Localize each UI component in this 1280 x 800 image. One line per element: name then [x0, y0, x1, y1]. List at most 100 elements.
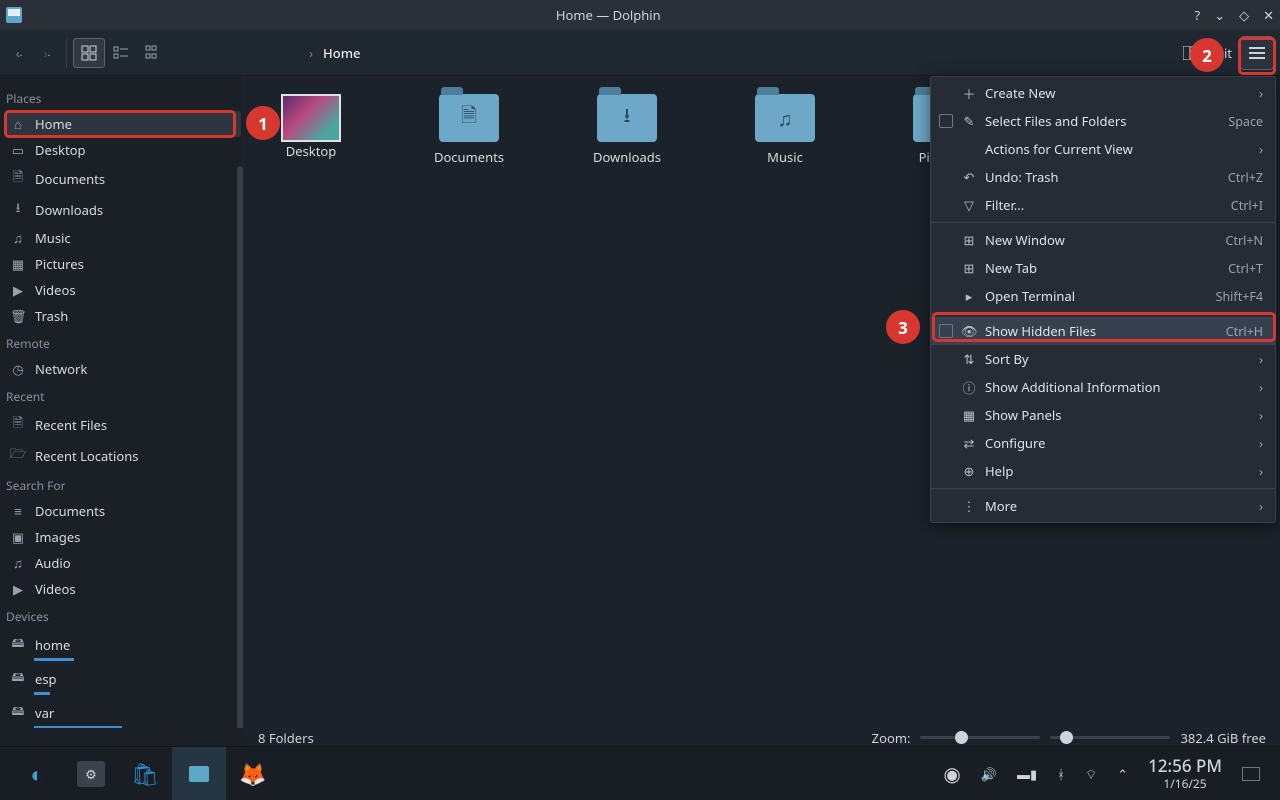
menu-item-configure[interactable]: ⇄Configure›: [931, 429, 1275, 457]
folder-label: Music: [767, 148, 803, 166]
menu-item-more[interactable]: ⋮More›: [931, 492, 1275, 520]
maximize-icon[interactable]: ◇: [1239, 6, 1249, 24]
steam-tray-icon[interactable]: ◉: [943, 760, 960, 787]
breadcrumb[interactable]: › Home: [309, 44, 360, 62]
menu-item-undo-trash[interactable]: ↶Undo: TrashCtrl+Z: [931, 163, 1275, 191]
sidebar-item-label: Network: [35, 360, 87, 378]
menu-item-select-files-and-folders[interactable]: ✎Select Files and FoldersSpace: [931, 107, 1275, 135]
sidebar-item-documents[interactable]: 🗎Documents: [4, 163, 241, 194]
sidebar-item-icon: ▦: [10, 255, 26, 273]
callout-box-3: [932, 312, 1276, 342]
chevron-right-icon: ›: [1259, 350, 1263, 368]
sidebar-item-desktop[interactable]: ▭Desktop: [4, 137, 241, 163]
callout-2: 2: [1190, 38, 1224, 72]
menu-item-create-new[interactable]: ＋Create New›: [931, 79, 1275, 107]
sidebar-item-label: Recent Files: [35, 416, 107, 434]
sidebar-item-downloads[interactable]: ⭳Downloads: [4, 194, 241, 225]
menu-label: Select Files and Folders: [985, 112, 1220, 130]
dolphin-app-icon[interactable]: [172, 747, 226, 800]
chevron-right-icon: ›: [309, 44, 313, 62]
sidebar-item-label: Images: [35, 528, 80, 546]
menu-item-show-additional-information[interactable]: ⓘShow Additional Information›: [931, 373, 1275, 401]
bluetooth-tray-icon[interactable]: ᚼ: [1057, 765, 1065, 783]
status-bar: 8 Folders Zoom: 382.4 GiB free: [244, 728, 1280, 746]
menu-item-new-window[interactable]: ⊞New WindowCtrl+N: [931, 226, 1275, 254]
menu-item-actions-for-current-view[interactable]: Actions for Current View ›: [931, 135, 1275, 163]
folder-music[interactable]: ♫Music: [746, 94, 824, 166]
sidebar-item-documents[interactable]: ≡Documents: [4, 498, 241, 524]
sidebar-item-videos[interactable]: ▶Videos: [4, 277, 241, 303]
wifi-tray-icon[interactable]: ⌔: [1085, 765, 1097, 783]
menu-label: Help: [985, 462, 1251, 480]
sidebar-item-icon: ♫: [10, 554, 26, 572]
forward-button[interactable]: ›.: [34, 40, 60, 66]
desktop-thumbnail-icon: [281, 94, 341, 142]
menu-icon: ▸: [961, 287, 977, 305]
sidebar-item-label: Desktop: [35, 141, 86, 159]
menu-label: Open Terminal: [985, 287, 1208, 305]
zoom-label: Zoom:: [872, 729, 911, 747]
menu-icon: ＋: [961, 84, 977, 103]
menu-item-help[interactable]: ⊕Help›: [931, 457, 1275, 485]
sidebar-head-devices: Devices: [4, 602, 241, 629]
folder-downloads[interactable]: ⭳Downloads: [588, 94, 666, 166]
store-app-icon[interactable]: 🛍: [118, 747, 172, 800]
sidebar-item-trash[interactable]: 🗑Trash: [4, 303, 241, 329]
show-desktop-button[interactable]: [1242, 767, 1260, 781]
sidebar-item-network[interactable]: ◷ Network: [4, 356, 241, 382]
sidebar-head-places: Places: [4, 84, 241, 111]
sidebar-item-label: Music: [35, 229, 71, 247]
menu-icon: ⊞: [961, 259, 977, 277]
sidebar-item-audio[interactable]: ♫Audio: [4, 550, 241, 576]
sidebar-head-search: Search For: [4, 471, 241, 498]
folder-documents[interactable]: 🗎Documents: [430, 94, 508, 166]
minimize-icon[interactable]: ⌄: [1214, 6, 1225, 24]
sidebar-item-icon: ◷: [10, 360, 26, 378]
battery-tray-icon[interactable]: ▬▮: [1017, 765, 1037, 783]
back-button[interactable]: ‹.: [6, 40, 32, 66]
start-button[interactable]: ◐: [10, 747, 64, 800]
chevron-right-icon: ›: [1259, 140, 1263, 158]
icon-view-button[interactable]: [73, 38, 105, 68]
sidebar-item-var[interactable]: 🖴var: [4, 697, 241, 728]
compact-view-button[interactable]: [105, 38, 137, 68]
firefox-app-icon[interactable]: 🦊: [226, 747, 280, 800]
sidebar-item-icon: 🗑: [10, 307, 26, 325]
chevron-up-icon[interactable]: ⌃: [1117, 765, 1128, 783]
menu-item-new-tab[interactable]: ⊞New TabCtrl+T: [931, 254, 1275, 282]
close-icon[interactable]: ✕: [1263, 6, 1274, 24]
clock[interactable]: 12:56 PM 1/16/25: [1148, 756, 1222, 791]
sidebar-item-home[interactable]: 🖴home: [4, 629, 241, 660]
help-icon[interactable]: ?: [1195, 6, 1201, 24]
zoom-slider[interactable]: [920, 736, 1040, 739]
sidebar-item-videos[interactable]: ▶Videos: [4, 576, 241, 602]
sidebar-item-recent-locations[interactable]: 🗁Recent Locations: [4, 440, 241, 471]
sidebar-item-images[interactable]: ▣ Images: [4, 524, 241, 550]
sidebar-item-esp[interactable]: 🖴 esp: [4, 663, 241, 694]
menu-label: Actions for Current View: [985, 140, 1251, 158]
volume-tray-icon[interactable]: 🔊: [981, 765, 997, 783]
status-folder-count: 8 Folders: [258, 729, 314, 747]
zoom-slider-2[interactable]: [1050, 736, 1170, 739]
settings-app-icon[interactable]: ⚙: [64, 747, 118, 800]
sidebar-item-recent-files[interactable]: 🗎Recent Files: [4, 409, 241, 440]
menu-item-filter-[interactable]: ▽Filter...Ctrl+I: [931, 191, 1275, 219]
toolbar: ‹. ›. › Home Split: [0, 30, 1280, 76]
menu-icon: ⇄: [961, 434, 977, 452]
menu-item-sort-by[interactable]: ⇅Sort By›: [931, 345, 1275, 373]
menu-item-open-terminal[interactable]: ▸Open TerminalShift+F4: [931, 282, 1275, 310]
menu-item-show-panels[interactable]: ▦Show Panels›: [931, 401, 1275, 429]
menu-label: Undo: Trash: [985, 168, 1220, 186]
sidebar-item-icon: ▣: [10, 528, 26, 546]
menu-icon: ▦: [961, 406, 977, 424]
folder-desktop[interactable]: Desktop: [272, 94, 350, 166]
sidebar-item-icon: 🖴: [10, 667, 26, 690]
sidebar-item-pictures[interactable]: ▦Pictures: [4, 251, 241, 277]
callout-1: 1: [246, 106, 280, 140]
sidebar-item-music[interactable]: ♫Music: [4, 225, 241, 251]
chevron-right-icon: ›: [1259, 497, 1263, 515]
breadcrumb-home[interactable]: Home: [323, 44, 360, 62]
details-view-button[interactable]: [137, 38, 169, 68]
sidebar-item-label: esp: [35, 670, 57, 688]
sidebar-scrollbar[interactable]: [237, 166, 243, 728]
